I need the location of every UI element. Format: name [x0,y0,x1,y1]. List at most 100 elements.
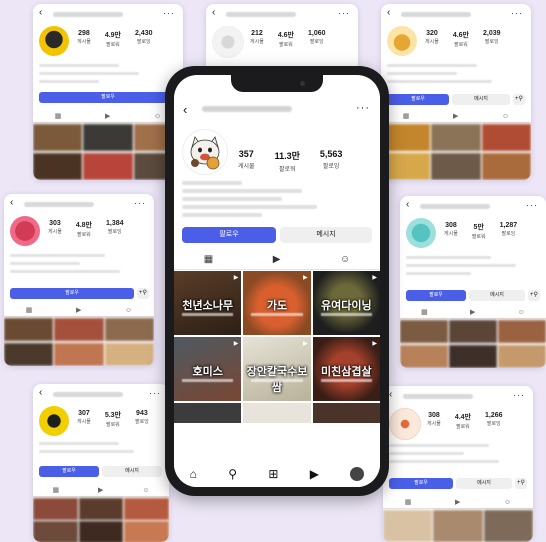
reels-icon[interactable]: ▶ [105,112,110,120]
post-thumbnail[interactable] [481,124,531,151]
back-arrow-icon[interactable]: ‹ [406,199,409,210]
profile-card-mid-right[interactable]: ‹ ··· 308 게시물 5만 팔로워 1,287 팔로잉 팔로우 메시지 +⚲ ▦… [400,196,546,368]
tagged-icon[interactable]: ☺ [142,487,149,494]
profile-avatar-icon[interactable] [350,467,365,481]
post-thumbnail[interactable] [400,344,448,368]
grid-icon[interactable]: ▦ [52,486,59,494]
post-thumbnail[interactable] [449,344,497,368]
post-thumbnail[interactable] [433,510,483,542]
reels-icon[interactable]: ▶ [455,498,460,506]
follow-button[interactable]: 팔로우 [387,94,449,105]
followers-count[interactable]: 5.3만 [105,410,121,420]
followers-count[interactable]: 4.8만 [76,220,92,230]
tagged-icon[interactable]: ☺ [125,307,132,314]
grid-icon[interactable]: ▦ [405,498,412,506]
post-thumbnail[interactable] [312,403,380,423]
home-icon[interactable]: ⌂ [190,467,197,481]
more-dots-icon[interactable]: ··· [526,200,538,210]
post-thumbnail[interactable] [104,318,154,341]
more-dots-icon[interactable]: ··· [149,388,161,398]
following-count[interactable]: 2,039 [483,30,501,37]
following-count[interactable]: 1,266 [485,412,503,419]
post-thumbnail[interactable] [4,342,54,366]
following-count[interactable]: 1,060 [308,30,326,37]
add-person-icon[interactable]: +⚲ [515,478,527,489]
more-dots-icon[interactable]: ··· [163,8,175,18]
back-arrow-icon[interactable]: ‹ [212,7,215,18]
following-count[interactable]: 1,287 [500,222,518,229]
post-thumbnail[interactable] [54,318,104,341]
followers-count[interactable]: 4.6만 [278,30,294,40]
post-thumbnail[interactable] [449,320,497,343]
avatar[interactable] [212,26,244,58]
post-thumbnail[interactable] [243,403,311,423]
post-thumbnail[interactable] [78,521,124,542]
message-button[interactable]: 메시지 [452,94,510,105]
back-arrow-icon[interactable]: ‹ [10,197,13,208]
grid-icon[interactable]: ▦ [26,306,33,314]
avatar[interactable] [406,218,436,248]
post-thumbnail[interactable] [54,342,104,366]
reels-icon[interactable]: ▶ [453,112,458,120]
post-thumbnail[interactable]: ▶ 유여다이닝 [312,271,380,335]
avatar[interactable] [39,26,69,56]
post-thumbnail[interactable] [124,498,169,520]
post-thumbnail[interactable]: ▶ 장안칼국수보쌈 [243,337,311,401]
following-count[interactable]: 5,563 [320,149,343,159]
search-icon[interactable]: ⚲ [228,467,237,481]
following-count[interactable]: 1,384 [106,220,124,227]
profile-card-bottom-right[interactable]: ‹ ··· 308 게시물 4.4만 팔로워 1,266 팔로잉 팔로우 메시지 +⚲… [383,386,533,542]
message-button[interactable]: 메시지 [469,290,525,301]
tagged-icon[interactable]: ☺ [340,254,350,265]
profile-card-bottom-left[interactable]: ‹ ··· 307 게시물 5.3만 팔로워 943 팔로잉 팔로우 메시지 ▦ ▶ … [33,384,169,542]
add-post-icon[interactable]: ⊞ [268,467,278,481]
follow-button[interactable]: 팔로우 [389,478,453,489]
follow-button[interactable]: 팔로우 [406,290,466,301]
post-thumbnail[interactable] [78,498,124,520]
followers-count[interactable]: 4.9만 [105,30,121,40]
post-thumbnail[interactable]: ▶ 미친삼겹살 [312,337,380,401]
back-arrow-icon[interactable]: ‹ [183,102,187,117]
more-dots-icon[interactable]: ··· [134,198,146,208]
post-thumbnail[interactable]: ▶ 가도 [243,271,311,335]
grid-icon[interactable]: ▦ [403,112,410,120]
avatar[interactable] [39,406,69,436]
post-thumbnail[interactable] [33,152,83,180]
post-thumbnail[interactable] [498,320,546,343]
post-thumbnail[interactable] [124,521,169,542]
profile-card-top-middle[interactable]: ‹ ··· 212 게시물 4.6만 팔로워 1,060 팔로잉 [206,4,358,72]
profile-card-top-left[interactable]: ‹ ··· 298 게시물 4.9만 팔로워 2,430 팔로잉 팔로우 ▦ ▶ ☺ [33,4,183,180]
post-thumbnail[interactable] [431,124,481,151]
post-thumbnail[interactable] [33,521,78,542]
back-arrow-icon[interactable]: ‹ [387,7,390,18]
following-count[interactable]: 2,430 [135,30,153,37]
avatar[interactable] [387,26,417,56]
message-button[interactable]: 메시지 [280,227,372,243]
more-dots-icon[interactable]: ··· [356,102,370,114]
followers-count[interactable]: 4.4만 [455,412,471,422]
message-button[interactable]: 메시지 [102,466,162,477]
more-dots-icon[interactable]: ··· [338,8,350,18]
post-thumbnail[interactable] [481,152,531,180]
more-dots-icon[interactable]: ··· [513,390,525,400]
post-thumbnail[interactable] [483,510,533,542]
tagged-icon[interactable]: ☺ [518,309,525,316]
post-thumbnail[interactable] [383,510,433,542]
following-count[interactable]: 943 [135,410,149,417]
post-thumbnail[interactable] [104,342,154,366]
followers-count[interactable]: 11.3만 [275,149,300,162]
post-thumbnail[interactable]: ▶ 호미스 [174,337,242,401]
avatar[interactable] [389,408,421,440]
followers-count[interactable]: 4.6만 [453,30,469,40]
post-thumbnail[interactable] [33,124,83,151]
post-thumbnail[interactable] [83,152,133,180]
post-thumbnail[interactable] [400,320,448,343]
profile-card-mid-left[interactable]: ‹ ··· 303 게시물 4.8만 팔로워 1,384 팔로잉 팔로우 +⚲ ▦ ▶… [4,194,154,366]
message-button[interactable]: 메시지 [456,478,512,489]
post-thumbnail[interactable] [33,498,78,520]
post-thumbnail[interactable] [498,344,546,368]
follow-button[interactable]: 팔로우 [10,288,134,299]
reels-nav-icon[interactable]: ▶ [310,467,319,481]
reels-icon[interactable]: ▶ [98,486,103,494]
add-person-icon[interactable]: +⚲ [137,288,149,299]
